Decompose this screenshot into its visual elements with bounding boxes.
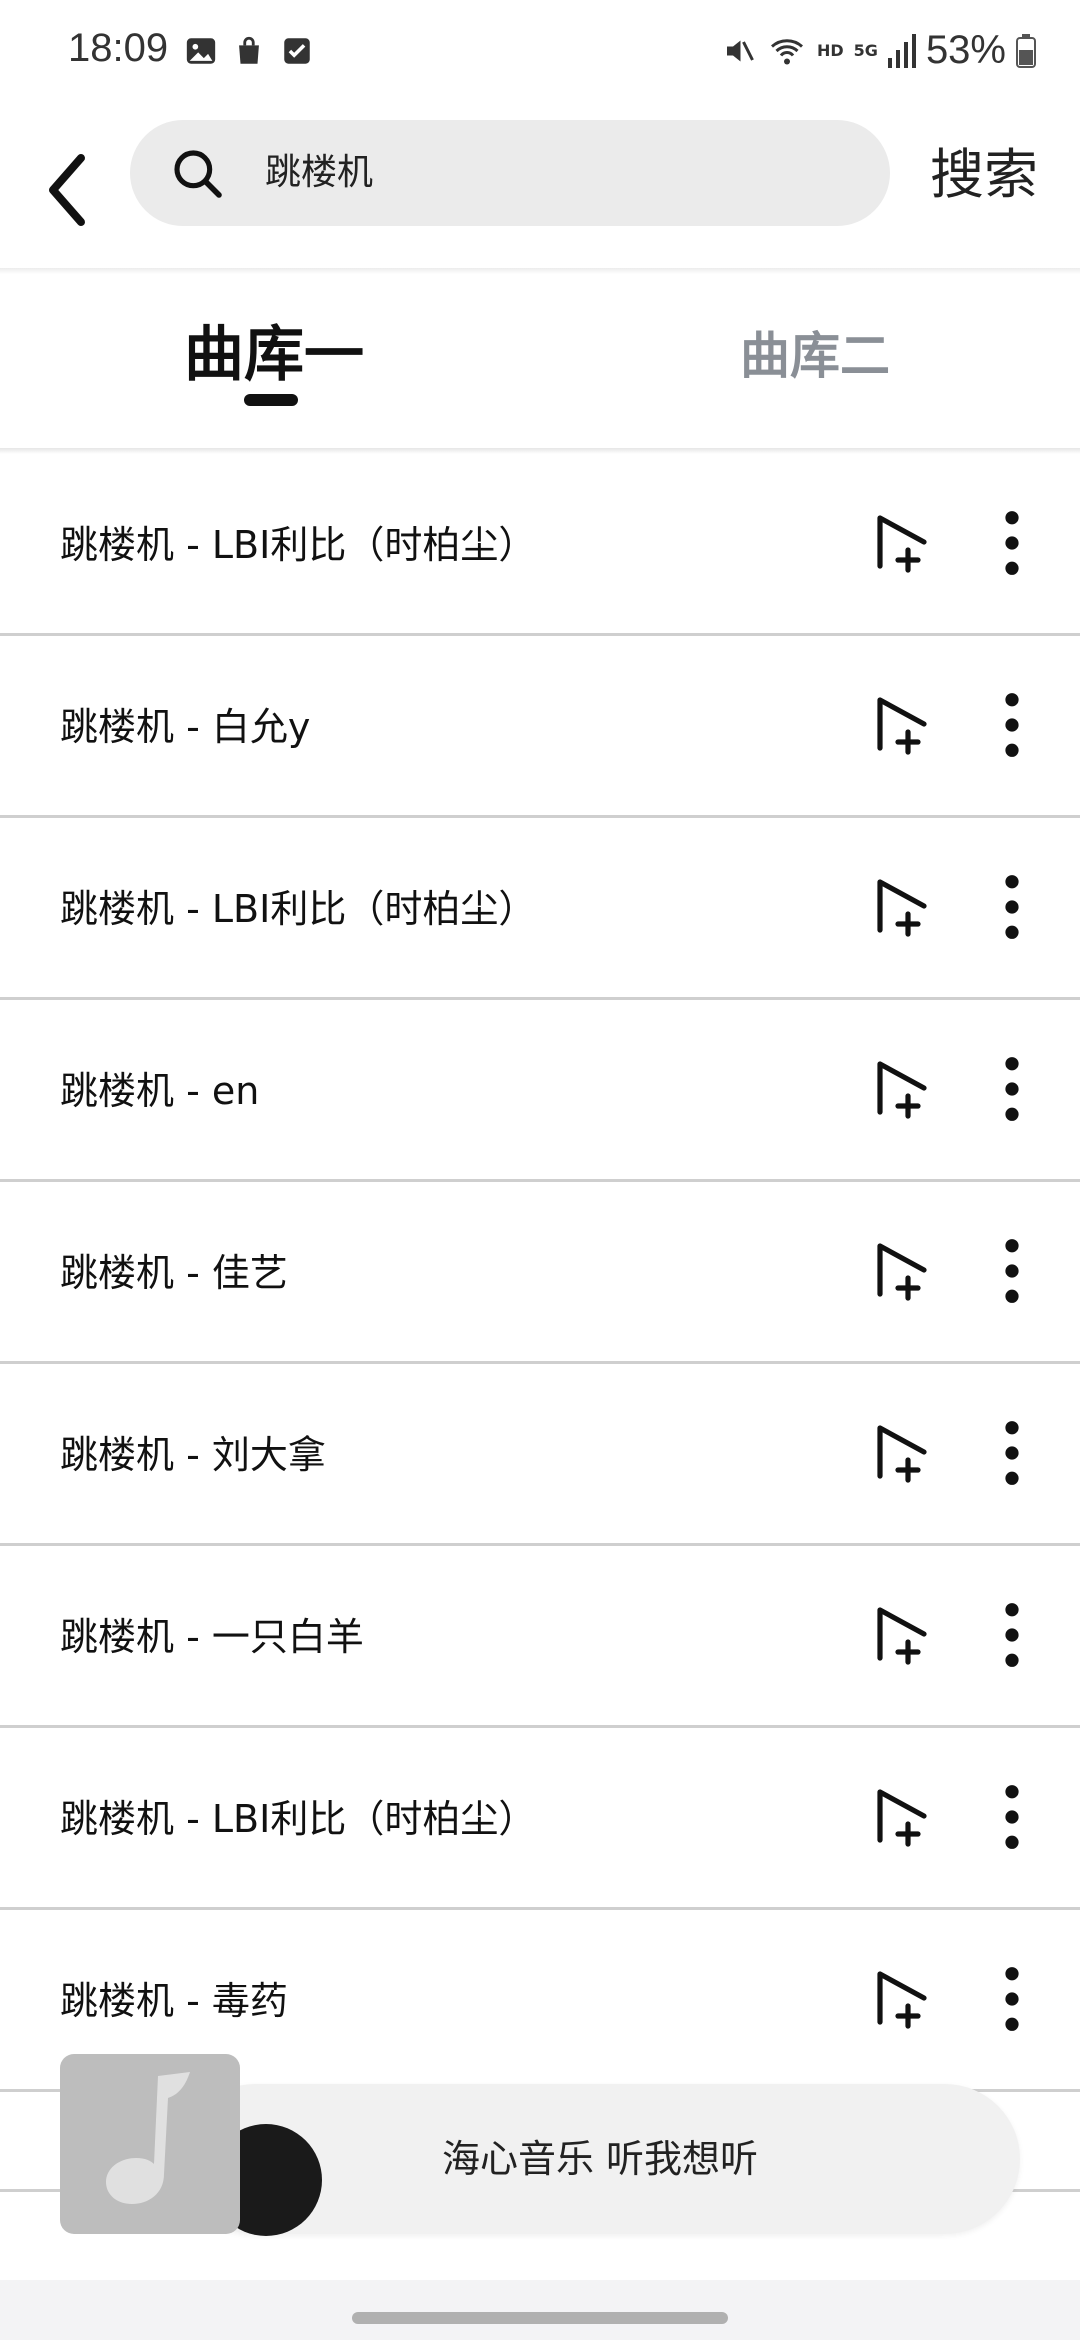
add-to-playlist-icon[interactable]: [868, 874, 932, 938]
search-button[interactable]: 搜索: [930, 135, 1038, 215]
more-vertical-icon[interactable]: [1000, 1964, 1024, 2034]
song-row[interactable]: 跳楼机 - 刘大拿: [0, 1364, 1080, 1546]
status-bar: 18:09 HD 5G 53%: [0, 0, 1080, 105]
song-row[interactable]: 跳楼机 - LBI利比（时柏尘）: [0, 1728, 1080, 1910]
add-to-playlist-icon[interactable]: [868, 1784, 932, 1848]
more-vertical-icon[interactable]: [1000, 1054, 1024, 1124]
mini-player[interactable]: 海心音乐 听我想听: [60, 2054, 1020, 2236]
song-title: 跳楼机 - 刘大拿: [60, 1433, 326, 1477]
back-button[interactable]: [30, 135, 100, 245]
more-vertical-icon[interactable]: [1000, 1418, 1024, 1488]
network-label: HD: [817, 41, 844, 60]
signal-bars-icon: [887, 33, 916, 68]
song-title: 跳楼机 - 佳艺: [60, 1251, 288, 1295]
song-title: 跳楼机 - LBI利比（时柏尘）: [60, 1797, 537, 1841]
wifi-icon: [771, 38, 803, 64]
song-list: 跳楼机 - LBI利比（时柏尘） 跳楼机 - 白允y 跳楼机 - LBI利比（时…: [0, 454, 1080, 2192]
add-to-playlist-icon[interactable]: [868, 1056, 932, 1120]
more-vertical-icon[interactable]: [1000, 690, 1024, 760]
add-to-playlist-icon[interactable]: [868, 1966, 932, 2030]
more-vertical-icon[interactable]: [1000, 872, 1024, 942]
player-title: 海心音乐 听我想听: [441, 2137, 759, 2181]
more-vertical-icon[interactable]: [1000, 1236, 1024, 1306]
checkbox-icon: [284, 38, 310, 64]
active-tab-indicator: [244, 394, 298, 406]
back-arrow-icon: [49, 154, 85, 226]
tab-library-one[interactable]: 曲库一: [184, 306, 364, 393]
song-row[interactable]: 跳楼机 - LBI利比（时柏尘）: [0, 454, 1080, 636]
add-to-playlist-icon[interactable]: [868, 510, 932, 574]
song-row[interactable]: 跳楼机 - LBI利比（时柏尘）: [0, 818, 1080, 1000]
music-note-icon: [106, 2072, 190, 2204]
song-row[interactable]: 跳楼机 - 佳艺: [0, 1182, 1080, 1364]
search-icon: [174, 150, 222, 198]
song-title: 跳楼机 - 一只白羊: [60, 1615, 364, 1659]
battery-icon: [1016, 33, 1036, 68]
song-title: 跳楼机 - LBI利比（时柏尘）: [60, 523, 537, 567]
more-vertical-icon[interactable]: [1000, 1782, 1024, 1852]
library-tabs: 曲库一 曲库二: [0, 274, 1080, 450]
song-title: 跳楼机 - LBI利比（时柏尘）: [60, 887, 537, 931]
system-nav-bar: [0, 2280, 1080, 2340]
more-vertical-icon[interactable]: [1000, 1600, 1024, 1670]
add-to-playlist-icon[interactable]: [868, 1420, 932, 1484]
add-to-playlist-icon[interactable]: [868, 692, 932, 756]
song-title: 跳楼机 - 白允y: [60, 705, 311, 749]
gallery-icon: [186, 38, 216, 64]
song-row[interactable]: 跳楼机 - 一只白羊: [0, 1546, 1080, 1728]
search-input[interactable]: 跳楼机: [130, 120, 890, 226]
home-gesture-handle[interactable]: [352, 2312, 728, 2324]
tab-library-two[interactable]: 曲库二: [740, 316, 890, 388]
song-title: 跳楼机 - en: [60, 1069, 260, 1113]
search-header: 跳楼机 搜索: [0, 105, 1080, 270]
song-row[interactable]: 跳楼机 - en: [0, 1000, 1080, 1182]
shopping-bag-icon: [239, 36, 259, 64]
signal-label: 5G: [853, 41, 878, 60]
song-row[interactable]: 跳楼机 - 白允y: [0, 636, 1080, 818]
more-vertical-icon[interactable]: [1000, 508, 1024, 578]
mute-icon: [727, 40, 754, 61]
status-time: 18:09: [68, 26, 169, 70]
add-to-playlist-icon[interactable]: [868, 1602, 932, 1666]
add-to-playlist-icon[interactable]: [868, 1238, 932, 1302]
album-art[interactable]: [60, 2054, 240, 2234]
search-query[interactable]: 跳楼机: [265, 148, 373, 198]
battery-percent: 53%: [925, 28, 1006, 72]
